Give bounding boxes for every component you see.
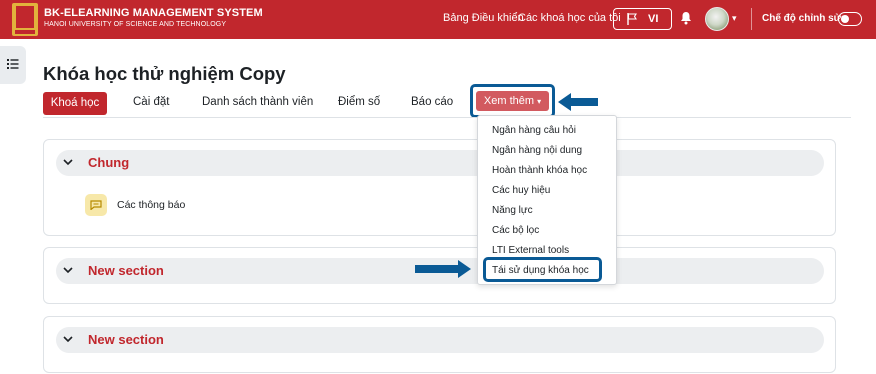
tab-course[interactable]: Khoá học <box>43 92 107 115</box>
forum-icon <box>85 194 107 216</box>
notification-bell-icon[interactable] <box>680 11 692 25</box>
chevron-down-icon[interactable] <box>62 333 74 345</box>
tabs-divider <box>43 117 851 118</box>
section-title[interactable]: Chung <box>88 155 129 170</box>
section-title[interactable]: New section <box>88 332 164 347</box>
language-button[interactable]: VI <box>613 8 672 30</box>
more-button[interactable]: Xem thêm ▾ <box>476 91 549 111</box>
brand[interactable]: BK-ELEARNING MANAGEMENT SYSTEM HANOI UNI… <box>44 7 263 30</box>
toggle-knob <box>841 15 849 23</box>
chevron-down-icon[interactable]: ▾ <box>732 13 737 24</box>
user-avatar[interactable] <box>705 7 729 31</box>
more-button-label: Xem thêm <box>483 95 535 107</box>
page-title: Khóa học thử nghiệm Copy <box>43 63 286 84</box>
course-index-drawer-button[interactable] <box>0 46 26 84</box>
menu-item-course-completion[interactable]: Hoàn thành khóa học <box>492 165 587 176</box>
brand-title: BK-ELEARNING MANAGEMENT SYSTEM <box>44 7 263 19</box>
chevron-down-icon[interactable] <box>62 264 74 276</box>
course-section: New section <box>43 316 836 373</box>
tab-participants[interactable]: Danh sách thành viên <box>202 96 313 108</box>
brand-subtitle: HANOI UNIVERSITY OF SCIENCE AND TECHNOLO… <box>44 21 227 28</box>
university-logo[interactable] <box>12 3 38 36</box>
menu-item-badges[interactable]: Các huy hiệu <box>492 185 550 196</box>
navbar-divider <box>751 8 752 30</box>
arrow-left-icon <box>558 93 598 111</box>
activity-announcements-link[interactable]: Các thông báo <box>117 199 185 211</box>
nav-link-my-courses[interactable]: Các khoá học của tôi <box>518 12 621 24</box>
section-title[interactable]: New section <box>88 263 164 278</box>
more-button-highlight: Xem thêm ▾ <box>470 84 555 118</box>
flag-icon <box>627 13 637 25</box>
tab-reports[interactable]: Báo cáo <box>411 96 453 108</box>
logo-mark <box>16 6 34 28</box>
chat-icon <box>90 200 102 210</box>
course-section-general: Chung Các thông báo <box>43 139 836 236</box>
tab-grades[interactable]: Điểm số <box>338 96 380 108</box>
logo-base <box>15 30 35 34</box>
menu-item-lti-external-tools[interactable]: LTI External tools <box>492 245 569 256</box>
edit-mode-toggle[interactable] <box>838 12 862 26</box>
language-label: VI <box>648 13 659 25</box>
section-header[interactable]: New section <box>56 327 824 353</box>
nav-link-dashboard[interactable]: Bảng Điều khiển <box>443 12 524 24</box>
chevron-down-icon: ▾ <box>537 97 542 106</box>
list-icon <box>7 59 19 69</box>
tab-settings[interactable]: Cài đặt <box>133 96 169 108</box>
menu-item-content-bank[interactable]: Ngân hàng nội dung <box>492 145 582 156</box>
arrow-right-icon <box>415 260 471 278</box>
course-reuse-highlight <box>483 257 602 282</box>
section-header[interactable]: Chung <box>56 150 824 176</box>
menu-item-question-bank[interactable]: Ngân hàng câu hỏi <box>492 125 576 136</box>
chevron-down-icon[interactable] <box>62 156 74 168</box>
menu-item-competencies[interactable]: Năng lực <box>492 205 533 216</box>
top-navbar: BK-ELEARNING MANAGEMENT SYSTEM HANOI UNI… <box>0 0 876 39</box>
edit-mode-label: Chế độ chỉnh sửa <box>762 13 847 24</box>
menu-item-filters[interactable]: Các bộ lọc <box>492 225 539 236</box>
